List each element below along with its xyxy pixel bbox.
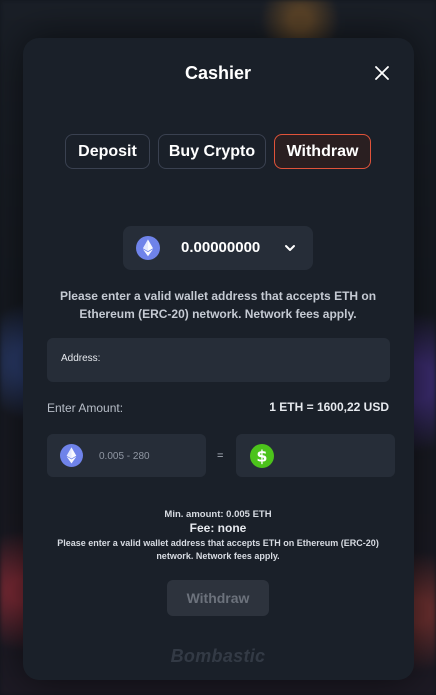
fiat-amount-input[interactable]: [286, 444, 390, 468]
crypto-amount-field[interactable]: [47, 434, 206, 477]
network-notice-network: Ethereum (ERC-20): [296, 538, 379, 548]
ethereum-icon: [136, 236, 160, 265]
tab-buy-crypto[interactable]: Buy Crypto: [158, 134, 266, 169]
wallet-notice: Please enter a valid wallet address that…: [59, 289, 377, 321]
network-notice-prefix: Please enter a valid wallet address that…: [57, 538, 297, 548]
currency-balance: 0.00000000: [181, 239, 261, 256]
fee-text: Fee: none: [189, 521, 247, 535]
fiat-amount-field[interactable]: $: [236, 434, 395, 477]
ethereum-icon: [60, 444, 83, 472]
equals-sign: =: [217, 450, 224, 462]
address-field[interactable]: Address:: [47, 338, 390, 382]
dollar-icon: $: [250, 444, 274, 473]
exchange-rate: 1 ETH = 1600,22 USD: [269, 400, 389, 414]
network-notice: Please enter a valid wallet address that…: [46, 537, 390, 563]
tab-deposit[interactable]: Deposit: [65, 134, 150, 169]
address-input[interactable]: [107, 348, 381, 374]
tab-withdraw[interactable]: Withdraw: [274, 134, 371, 169]
withdraw-button[interactable]: Withdraw: [167, 580, 269, 616]
brand-logo: Bombastic: [170, 646, 266, 666]
network-notice-suffix: network. Network fees apply.: [156, 551, 280, 561]
currency-selector[interactable]: 0.00000000: [123, 226, 313, 270]
min-amount: Min. amount: 0.005 ETH: [164, 509, 272, 520]
chevron-down-icon: [283, 241, 297, 260]
crypto-amount-input[interactable]: [97, 444, 201, 468]
svg-text:$: $: [256, 447, 267, 466]
enter-amount-label: Enter Amount:: [47, 401, 124, 415]
close-icon[interactable]: [373, 64, 391, 82]
modal-title: Cashier: [184, 63, 252, 83]
address-label: Address:: [61, 353, 101, 364]
